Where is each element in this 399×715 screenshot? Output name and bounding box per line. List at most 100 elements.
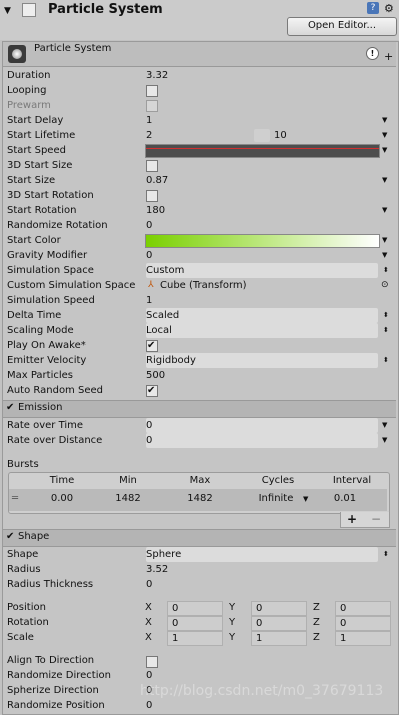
emission-enabled-checkbox[interactable]: ✔ bbox=[6, 400, 14, 416]
align-to-direction-label: Align To Direction bbox=[7, 655, 95, 666]
align-to-direction-checkbox[interactable] bbox=[146, 656, 158, 668]
gear-icon[interactable]: ⚙ bbox=[384, 2, 394, 15]
shape-type-select[interactable]: Sphere bbox=[146, 547, 378, 562]
position-x-axis-label: X bbox=[145, 602, 152, 613]
burst-cycles-dropdown-icon[interactable]: ▼ bbox=[303, 495, 308, 503]
burst-interval-field[interactable]: 0.01 bbox=[330, 493, 360, 504]
3d-start-size-checkbox[interactable] bbox=[146, 160, 158, 172]
simulation-space-select-arrow-icon[interactable]: ⬍ bbox=[383, 263, 389, 278]
start-lifetime-spacer bbox=[254, 129, 270, 142]
scaling-mode-select[interactable]: Local bbox=[146, 323, 378, 338]
start-delay-dropdown-icon[interactable]: ▼ bbox=[382, 113, 387, 128]
radius-label: Radius bbox=[7, 564, 41, 575]
randomize-direction-field[interactable]: 0 bbox=[146, 668, 152, 683]
start-rotation-field[interactable]: 180 bbox=[146, 203, 165, 218]
scaling-mode-select-arrow-icon[interactable]: ⬍ bbox=[383, 323, 389, 338]
max-particles-label: Max Particles bbox=[7, 370, 74, 381]
start-speed-curve-field[interactable] bbox=[145, 144, 380, 158]
bursts-header-max: Max bbox=[189, 475, 211, 486]
remove-burst-icon[interactable]: − bbox=[371, 512, 381, 526]
emitter-velocity-select-arrow-icon[interactable]: ⬍ bbox=[383, 353, 389, 368]
start-delay-field[interactable]: 1 bbox=[146, 113, 152, 128]
scale-x-field[interactable]: 1 bbox=[167, 631, 223, 646]
delta-time-select-arrow-icon[interactable]: ⬍ bbox=[383, 308, 389, 323]
particle-system-icon bbox=[8, 45, 26, 63]
gravity-modifier-dropdown-icon[interactable]: ▼ bbox=[382, 248, 387, 263]
3d-start-rotation-checkbox[interactable] bbox=[146, 190, 158, 202]
position-x-field[interactable]: 0 bbox=[167, 601, 223, 616]
emitter-velocity-select[interactable]: Rigidbody bbox=[146, 353, 378, 368]
position-y-field[interactable]: 0 bbox=[251, 601, 307, 616]
randomize-rotation-field[interactable]: 0 bbox=[146, 218, 152, 233]
start-color-dropdown-icon[interactable]: ▼ bbox=[382, 233, 387, 248]
rate-over-time-dropdown-icon[interactable]: ▼ bbox=[382, 418, 387, 433]
gravity-modifier-field[interactable]: 0 bbox=[146, 248, 152, 263]
randomize-position-field[interactable]: 0 bbox=[146, 698, 152, 713]
shape-section-header[interactable] bbox=[3, 529, 396, 547]
bursts-label: Bursts bbox=[7, 459, 39, 470]
start-size-field[interactable]: 0.87 bbox=[146, 173, 168, 188]
start-speed-label: Start Speed bbox=[7, 145, 66, 156]
looping-checkbox[interactable] bbox=[146, 85, 158, 97]
burst-max-field[interactable]: 1482 bbox=[178, 493, 222, 504]
position-y-axis-label: Y bbox=[229, 602, 236, 613]
foldout-arrow-icon[interactable]: ▼ bbox=[4, 6, 11, 16]
bursts-header-interval: Interval bbox=[332, 475, 372, 486]
simulation-space-label: Simulation Space bbox=[7, 265, 94, 276]
simulation-space-select[interactable]: Custom bbox=[146, 263, 378, 278]
rotation-x-field[interactable]: 0 bbox=[167, 616, 223, 631]
open-editor-button[interactable]: Open Editor... bbox=[287, 17, 397, 36]
start-lifetime-min-field[interactable]: 2 bbox=[146, 128, 152, 143]
checkmark-icon: ✔ bbox=[147, 385, 156, 396]
position-x-value: 0 bbox=[172, 603, 179, 614]
play-on-awake-label: Play On Awake* bbox=[7, 340, 86, 351]
burst-min-field[interactable]: 1482 bbox=[106, 493, 150, 504]
checkmark-icon: ✔ bbox=[147, 340, 156, 351]
start-rotation-dropdown-icon[interactable]: ▼ bbox=[382, 203, 387, 218]
play-on-awake-checkbox[interactable]: ✔ bbox=[146, 340, 158, 352]
max-particles-field[interactable]: 500 bbox=[146, 368, 165, 383]
rate-over-distance-field[interactable]: 0 bbox=[146, 433, 378, 448]
transform-icon: ⅄ bbox=[148, 280, 154, 290]
rotation-y-axis-label: Y bbox=[229, 617, 236, 628]
delta-time-select[interactable]: Scaled bbox=[146, 308, 378, 323]
custom-simulation-space-object-field[interactable]: Cube (Transform) bbox=[160, 278, 247, 293]
burst-cycles-field[interactable]: Infinite bbox=[252, 493, 300, 504]
3d-start-size-label: 3D Start Size bbox=[7, 160, 73, 171]
rotation-z-field[interactable]: 0 bbox=[335, 616, 391, 631]
start-lifetime-dropdown-icon[interactable]: ▼ bbox=[382, 128, 387, 143]
start-speed-dropdown-icon[interactable]: ▼ bbox=[382, 143, 387, 158]
radius-field[interactable]: 3.52 bbox=[146, 562, 168, 577]
randomize-rotation-label: Randomize Rotation bbox=[7, 220, 108, 231]
duration-field[interactable]: 3.32 bbox=[146, 68, 168, 83]
object-picker-icon[interactable]: ⊙ bbox=[381, 278, 389, 293]
position-z-value: 0 bbox=[340, 603, 347, 614]
rate-over-time-field[interactable]: 0 bbox=[146, 418, 378, 433]
component-enable-checkbox[interactable] bbox=[22, 3, 36, 17]
help-icon[interactable]: ? bbox=[367, 2, 379, 14]
rotation-y-field[interactable]: 0 bbox=[251, 616, 307, 631]
position-z-field[interactable]: 0 bbox=[335, 601, 391, 616]
scale-z-field[interactable]: 1 bbox=[335, 631, 391, 646]
drag-handle-icon[interactable]: ═ bbox=[12, 493, 18, 504]
radius-thickness-field[interactable]: 0 bbox=[146, 577, 152, 592]
rotation-y-value: 0 bbox=[256, 618, 263, 629]
start-color-gradient-field[interactable] bbox=[145, 234, 380, 248]
simulation-speed-field[interactable]: 1 bbox=[146, 293, 152, 308]
start-lifetime-max-field[interactable]: 10 bbox=[274, 128, 287, 143]
rate-over-distance-dropdown-icon[interactable]: ▼ bbox=[382, 433, 387, 448]
auto-random-seed-checkbox[interactable]: ✔ bbox=[146, 385, 158, 397]
component-title: Particle System bbox=[48, 2, 163, 17]
add-module-icon[interactable]: + bbox=[384, 50, 393, 63]
start-size-dropdown-icon[interactable]: ▼ bbox=[382, 173, 387, 188]
scale-y-field[interactable]: 1 bbox=[251, 631, 307, 646]
warning-bubble-icon[interactable]: ! bbox=[366, 47, 379, 60]
shape-type-label: Shape bbox=[7, 549, 39, 560]
shape-type-select-arrow-icon[interactable]: ⬍ bbox=[383, 547, 389, 562]
burst-time-field[interactable]: 0.00 bbox=[40, 493, 84, 504]
emitter-velocity-label: Emitter Velocity bbox=[7, 355, 87, 366]
shape-enabled-checkbox[interactable]: ✔ bbox=[6, 529, 14, 545]
scale-z-axis-label: Z bbox=[313, 632, 320, 643]
3d-start-rotation-label: 3D Start Rotation bbox=[7, 190, 94, 201]
add-burst-icon[interactable]: + bbox=[347, 512, 357, 526]
